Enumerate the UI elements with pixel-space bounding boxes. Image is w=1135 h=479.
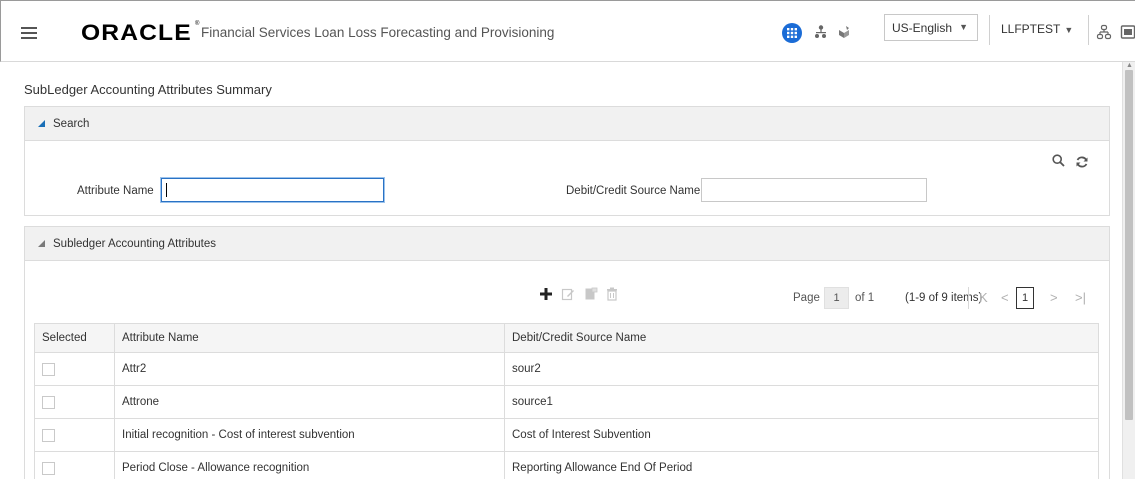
- attribute-name-cell: Period Close - Allowance recognition: [114, 451, 505, 479]
- attribute-name-input[interactable]: [161, 178, 384, 202]
- source-name-cell: source1: [504, 385, 1099, 419]
- source-name-cell: Reporting Allowance End Of Period: [504, 451, 1099, 479]
- collapse-triangle-icon: [38, 240, 45, 247]
- next-page-icon[interactable]: >: [1050, 290, 1058, 305]
- attribute-name-label: Attribute Name: [77, 185, 154, 197]
- attribute-name-cell: Attrone: [114, 385, 505, 419]
- items-count: (1-9 of 9 items): [905, 292, 983, 304]
- scroll-up-icon[interactable]: ▲: [1126, 62, 1133, 69]
- row-select-cell: [34, 418, 115, 452]
- page-count: of 1: [855, 292, 875, 304]
- source-name-cell: Cost of Interest Subvention: [504, 418, 1099, 452]
- apps-grid-icon[interactable]: [782, 23, 802, 43]
- org-chart-icon[interactable]: [1096, 24, 1112, 40]
- last-page-icon[interactable]: >|: [1075, 290, 1086, 305]
- page-number-input[interactable]: 1: [824, 287, 849, 309]
- plus-icon[interactable]: [539, 287, 553, 301]
- row-select-cell: [34, 352, 115, 386]
- chevron-down-icon: ▼: [959, 22, 968, 32]
- row-checkbox[interactable]: [42, 362, 55, 376]
- page-label: Page: [793, 292, 820, 304]
- attributes-table: Selected Attribute Name Debit/Credit Sou…: [34, 323, 1099, 479]
- search-icon[interactable]: [1052, 154, 1065, 167]
- attributes-panel-title: Subledger Accounting Attributes: [53, 237, 217, 250]
- copy-icon[interactable]: [584, 287, 598, 301]
- page-title: SubLedger Accounting Attributes Summary: [24, 82, 272, 97]
- scroll-thumb[interactable]: [1125, 70, 1133, 420]
- edit-icon[interactable]: [561, 287, 575, 301]
- text-cursor: [166, 183, 167, 197]
- oracle-logo: ORACLE: [81, 20, 192, 45]
- first-page-icon[interactable]: K: [979, 290, 988, 305]
- hamburger-icon[interactable]: [21, 27, 37, 39]
- hierarchy-icon[interactable]: [813, 24, 829, 40]
- column-header-selected[interactable]: Selected: [34, 323, 115, 353]
- language-value: US-English: [892, 21, 953, 35]
- column-header-source-name[interactable]: Debit/Credit Source Name: [504, 323, 1099, 353]
- search-panel-header[interactable]: Search: [24, 106, 1110, 141]
- row-select-cell: [34, 385, 115, 419]
- app-header: ORACLE ® Financial Services Loan Loss Fo…: [0, 0, 1135, 62]
- source-name-cell: sour2: [504, 352, 1099, 386]
- attribute-name-cell: Initial recognition - Cost of interest s…: [114, 418, 505, 452]
- user-menu[interactable]: LLFPTEST ▼: [1001, 22, 1073, 36]
- chevron-down-icon: ▼: [1064, 25, 1074, 35]
- collapse-triangle-icon: [38, 120, 45, 127]
- vertical-scrollbar[interactable]: ▲: [1122, 62, 1135, 479]
- table-row[interactable]: Attrone source1: [34, 385, 1099, 419]
- source-name-label: Debit/Credit Source Name: [566, 185, 701, 197]
- row-checkbox[interactable]: [42, 428, 55, 442]
- search-panel-title: Search: [53, 117, 90, 130]
- attribute-name-cell: Attr2: [114, 352, 505, 386]
- row-checkbox[interactable]: [42, 395, 55, 409]
- row-checkbox[interactable]: [42, 461, 55, 475]
- tools-icon[interactable]: [836, 24, 852, 40]
- user-name: LLFPTEST: [1001, 22, 1061, 36]
- delete-icon[interactable]: [605, 287, 619, 301]
- product-name: Financial Services Loan Loss Forecasting…: [201, 25, 555, 40]
- header-divider: [1088, 15, 1089, 45]
- reset-icon[interactable]: [1075, 155, 1089, 169]
- column-header-attribute-name[interactable]: Attribute Name: [114, 323, 505, 353]
- registered-mark: ®: [195, 21, 200, 27]
- current-page-button[interactable]: 1: [1016, 287, 1034, 309]
- pager-divider: [968, 287, 969, 309]
- row-select-cell: [34, 451, 115, 479]
- prev-page-icon[interactable]: <: [1001, 290, 1009, 305]
- language-select[interactable]: US-English ▼: [884, 14, 978, 41]
- table-row[interactable]: Initial recognition - Cost of interest s…: [34, 418, 1099, 452]
- source-name-input[interactable]: [701, 178, 927, 202]
- header-divider: [989, 15, 990, 45]
- table-row[interactable]: Period Close - Allowance recognition Rep…: [34, 451, 1099, 479]
- attributes-panel-header[interactable]: Subledger Accounting Attributes: [24, 226, 1110, 261]
- table-header-row: Selected Attribute Name Debit/Credit Sou…: [34, 323, 1099, 353]
- window-icon[interactable]: [1120, 24, 1135, 40]
- table-row[interactable]: Attr2 sour2: [34, 352, 1099, 386]
